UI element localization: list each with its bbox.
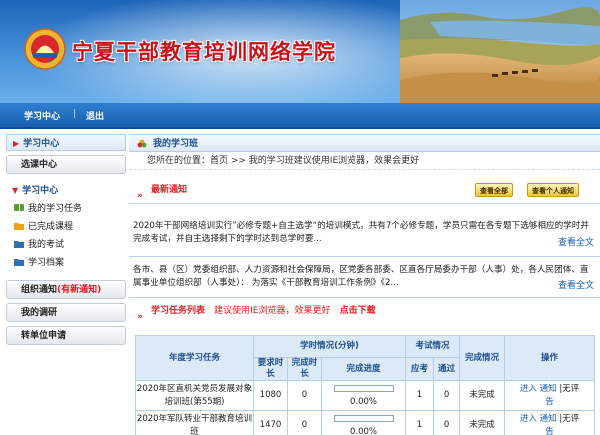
task-table: 年度学习任务 学时情况(分钟) 考试情况 完成情况 操作 要求时长 完成时长 完… [135, 335, 596, 435]
status-text: 未完成 [459, 410, 506, 435]
site-logo [24, 28, 66, 70]
folder-icon [14, 241, 24, 248]
sidebar-subhead-learning-center: ▼ 学习中心 [12, 186, 59, 196]
breadcrumb: 您所在的位置：首页 >> 我的学习班建议使用IE浏览器，效果会更好 [129, 152, 600, 170]
progress-cell: 0.00% [320, 410, 407, 435]
required-minutes: 1080 [253, 380, 288, 411]
passed-count: 0 [433, 410, 461, 435]
sidebar-item-my-tasks[interactable]: 我的学习任务 [6, 200, 126, 218]
latest-notice-header: » 最新通知 查看全部 查看个人通知 [129, 179, 600, 201]
enter-link[interactable]: 进入 [520, 384, 537, 394]
main-panel: 我的学习班 您所在的位置：首页 >> 我的学习班建议使用IE浏览器，效果会更好 … [129, 134, 600, 435]
progress-label: 0.00% [350, 426, 378, 435]
table-row: 2020年军队转业干部教育培训班 1470 0 0.00% 1 0 未完成 进入… [135, 410, 596, 435]
operation-cell: 进入 通知 |无评 告 [504, 380, 596, 411]
required-minutes: 1470 [253, 410, 288, 435]
panel-header: 我的学习班 [129, 134, 600, 152]
nav-learning-center-link[interactable]: 学习中心 [24, 109, 60, 122]
col-header-hours: 学时情况(分钟) [252, 335, 407, 358]
divider [129, 203, 600, 204]
chevron-down-icon: ▼ [12, 186, 19, 195]
col-header-required: 要求时长 [253, 357, 288, 381]
no-eval-text: |无评 [559, 383, 580, 394]
notice-item[interactable]: 各市、县（区）党委组织部、人力资源和社会保障局，区党委各部委、区直各厅局委办干部… [129, 264, 600, 292]
col-header-finished: 完成时长 [287, 357, 322, 381]
sidebar-head-learning-center: ▶ 学习中心 [6, 134, 126, 151]
sidebar-my-survey-button[interactable]: 我的调研 [6, 303, 126, 322]
task-name: 2020年区直机关党员发展对象培训班(第55期) [135, 380, 254, 411]
col-header-status: 完成情况 [459, 335, 506, 381]
col-header-operation: 操作 [504, 335, 596, 381]
passed-count: 0 [433, 380, 461, 411]
sidebar-org-notice-button[interactable]: 组织通知(有新通知) [6, 280, 126, 299]
book-icon [14, 204, 24, 211]
col-header-should-exam: 应考 [405, 357, 435, 381]
operation-cell: 进入 通知 |无评 告 [504, 410, 596, 435]
sidebar-course-center-button[interactable]: 选课中心 [6, 155, 126, 174]
sidebar-item-my-exams[interactable]: 我的考试 [6, 236, 126, 254]
task-name: 2020年军队转业干部教育培训班 [135, 410, 254, 435]
folder-icon [14, 259, 24, 266]
view-personal-notice-button[interactable]: 查看个人通知 [527, 183, 579, 197]
progress-bar [333, 384, 394, 392]
notice-item[interactable]: 2020年干部网络培训实行”必修专题+自主选学“的培训模式，共有7个必修专题，学… [129, 220, 600, 248]
flower-icon [137, 139, 147, 148]
sidebar-item-completed-courses[interactable]: 已完成课程 [6, 218, 126, 236]
browser-tip: 建议使用IE浏览器，效果更好 [214, 306, 331, 316]
status-text: 未完成 [459, 380, 506, 411]
notice-link-wrap[interactable]: 告 [505, 396, 594, 409]
col-header-year-task: 年度学习任务 [135, 335, 254, 381]
col-header-progress: 完成进度 [320, 357, 407, 381]
nav-separator: | [73, 109, 77, 119]
task-list-header: » 学习任务列表 建议使用IE浏览器，效果更好 点击下载 [129, 300, 600, 322]
should-exam-count: 1 [405, 380, 435, 411]
notice-link[interactable]: 通知 [540, 384, 557, 394]
notice-read-more-link[interactable]: 查看全文 [558, 278, 594, 291]
folder-icon [14, 223, 24, 230]
notice-link[interactable]: 通知 [540, 414, 557, 424]
divider [129, 297, 600, 298]
col-header-exam: 考试情况 [405, 335, 461, 358]
top-nav: 学习中心 | 退出 [0, 103, 600, 129]
notice-link-wrap[interactable]: 告 [505, 426, 594, 435]
table-row: 2020年区直机关党员发展对象培训班(第55期) 1080 0 0.00% 1 … [135, 380, 596, 411]
view-all-notice-button[interactable]: 查看全部 [475, 183, 513, 197]
col-header-passed: 通过 [433, 357, 461, 381]
finished-minutes: 0 [287, 380, 322, 411]
progress-cell: 0.00% [320, 380, 407, 411]
sidebar-transfer-unit-button[interactable]: 转单位申请 [6, 326, 126, 345]
progress-label: 0.00% [350, 396, 378, 407]
sidebar: ▶ 学习中心 选课中心 ▼ 学习中心 我的学习任务 已完成课程 我的考试 学习档案 … [6, 134, 126, 434]
notice-read-more-link[interactable]: 查看全文 [558, 235, 594, 248]
divider [129, 256, 600, 257]
should-exam-count: 1 [405, 410, 435, 435]
arrow-icon: ▶ [13, 139, 20, 148]
new-notice-badge: (有新通知) [57, 285, 102, 295]
progress-bar [333, 414, 394, 422]
site-banner: 宁夏干部教育培训网络学院 [0, 0, 600, 103]
banner-landscape-image [400, 0, 600, 103]
site-title: 宁夏干部教育培训网络学院 [72, 39, 336, 64]
arrow-right-icon: » [137, 312, 143, 322]
sidebar-item-learning-archive[interactable]: 学习档案 [6, 254, 126, 272]
download-link[interactable]: 点击下载 [340, 306, 376, 316]
finished-minutes: 0 [287, 410, 322, 435]
nav-logout-link[interactable]: 退出 [86, 109, 104, 122]
no-eval-text: |无评 [559, 413, 580, 424]
enter-link[interactable]: 进入 [520, 414, 537, 424]
